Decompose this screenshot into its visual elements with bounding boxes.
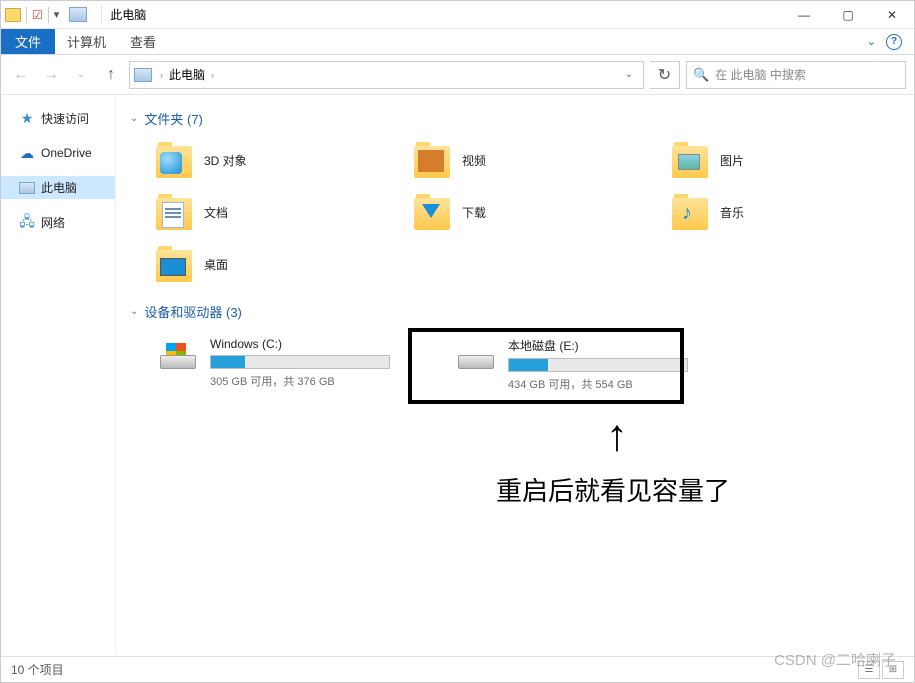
folder-label: 下载 (462, 204, 486, 221)
group-header-drives[interactable]: ⌄ 设备和驱动器 (3) (130, 302, 900, 321)
folder-3d-objects[interactable]: 3D 对象 (150, 138, 400, 182)
tab-computer[interactable]: 计算机 (55, 29, 118, 54)
sidebar-item-label: 此电脑 (41, 179, 77, 196)
drive-icon (456, 337, 496, 373)
network-icon: 🖧 (19, 215, 35, 231)
folder-icon (154, 246, 194, 282)
pc-icon (19, 182, 35, 194)
annotation-arrow-icon: ↑ (606, 411, 628, 461)
star-icon: ★ (19, 111, 35, 127)
folder-pictures[interactable]: 图片 (666, 138, 914, 182)
folder-label: 音乐 (720, 204, 744, 221)
breadcrumb-thispc[interactable]: 此电脑 (165, 66, 209, 83)
folder-videos[interactable]: 视频 (408, 138, 658, 182)
folder-icon (670, 142, 710, 178)
drive-capacity-bar (508, 358, 688, 372)
chevron-right-icon[interactable]: › (209, 70, 216, 80)
folder-downloads[interactable]: 下载 (408, 190, 658, 234)
sidebar-item-quick-access[interactable]: ★ 快速访问 (1, 107, 115, 130)
folder-icon: ♪ (670, 194, 710, 230)
ribbon-collapse-icon[interactable]: ⌄ (867, 35, 876, 48)
group-label: 设备和驱动器 (3) (144, 302, 242, 321)
folder-label: 文档 (204, 204, 228, 221)
annotation-text: 重启后就看见容量了 (496, 471, 730, 508)
drive-stat: 305 GB 可用，共 376 GB (210, 373, 432, 389)
address-dropdown-icon[interactable]: ⌄ (619, 69, 639, 80)
address-pc-icon (134, 68, 152, 82)
drive-name: Windows (C:) (210, 337, 432, 351)
sidebar-item-onedrive[interactable]: ☁ OneDrive (1, 142, 115, 164)
qat-properties-icon[interactable]: ☑ (32, 8, 43, 22)
group-label: 文件夹 (7) (144, 109, 203, 128)
view-icons-button[interactable]: ⊞ (882, 661, 904, 679)
search-placeholder: 在 此电脑 中搜索 (715, 66, 806, 83)
folder-label: 3D 对象 (204, 152, 247, 169)
maximize-button[interactable]: ▢ (826, 1, 870, 29)
search-input[interactable]: 🔍 在 此电脑 中搜索 (686, 61, 906, 89)
minimize-button[interactable]: — (782, 1, 826, 29)
content-area: ★ 快速访问 ☁ OneDrive 此电脑 🖧 网络 ⌄ 文件夹 (7) 3D … (1, 95, 914, 655)
navigation-pane: ★ 快速访问 ☁ OneDrive 此电脑 🖧 网络 (1, 95, 116, 655)
refresh-button[interactable]: ↻ (650, 61, 680, 89)
status-bar: 10 个项目 ☰ ⊞ (1, 656, 914, 682)
view-details-button[interactable]: ☰ (858, 661, 880, 679)
chevron-right-icon[interactable]: › (158, 70, 165, 80)
sidebar-item-label: 快速访问 (41, 110, 89, 127)
sidebar-item-label: 网络 (41, 214, 65, 231)
file-list: ⌄ 文件夹 (7) 3D 对象 视频 图片 文档 下载 (116, 95, 914, 655)
close-button[interactable]: ✕ (870, 1, 914, 29)
sidebar-item-network[interactable]: 🖧 网络 (1, 211, 115, 234)
app-icon[interactable] (5, 8, 21, 22)
chevron-down-icon: ⌄ (130, 113, 138, 124)
help-icon[interactable]: ? (886, 34, 902, 50)
folder-icon (154, 194, 194, 230)
status-item-count: 10 个项目 (11, 661, 64, 678)
folder-label: 图片 (720, 152, 744, 169)
drive-icon (158, 337, 198, 373)
titlebar: ☑ ▾ 此电脑 — ▢ ✕ (1, 1, 914, 29)
folder-desktop[interactable]: 桌面 (150, 242, 400, 286)
nav-up-icon[interactable]: ↑ (99, 63, 123, 87)
group-header-folders[interactable]: ⌄ 文件夹 (7) (130, 109, 900, 128)
title-divider (101, 6, 102, 24)
folder-label: 桌面 (204, 256, 228, 273)
folder-label: 视频 (462, 152, 486, 169)
qat-customize-icon[interactable]: ▾ (54, 8, 60, 21)
folder-icon (412, 194, 452, 230)
nav-recent-icon[interactable]: ⌄ (69, 63, 93, 87)
drive-stat: 434 GB 可用，共 554 GB (508, 376, 730, 392)
folder-documents[interactable]: 文档 (150, 190, 400, 234)
window-title: 此电脑 (110, 6, 146, 23)
tab-view[interactable]: 查看 (118, 29, 168, 54)
navigation-bar: ← → ⌄ ↑ › 此电脑 › ⌄ ↻ 🔍 在 此电脑 中搜索 (1, 55, 914, 95)
sidebar-item-thispc[interactable]: 此电脑 (1, 176, 115, 199)
drive-name: 本地磁盘 (E:) (508, 337, 730, 354)
sidebar-item-label: OneDrive (41, 146, 92, 160)
ribbon-tabs: 文件 计算机 查看 ⌄ ? (1, 29, 914, 55)
drive-e[interactable]: 本地磁盘 (E:) 434 GB 可用，共 554 GB (448, 331, 738, 398)
nav-back-icon[interactable]: ← (9, 63, 33, 87)
window-icon (69, 7, 87, 22)
folder-icon (412, 142, 452, 178)
folder-music[interactable]: ♪ 音乐 (666, 190, 914, 234)
address-bar[interactable]: › 此电脑 › ⌄ (129, 61, 644, 89)
tab-file[interactable]: 文件 (1, 29, 55, 54)
cloud-icon: ☁ (19, 145, 35, 161)
separator (26, 7, 27, 23)
search-icon: 🔍 (693, 67, 709, 83)
nav-forward-icon[interactable]: → (39, 63, 63, 87)
quick-access-toolbar: ☑ ▾ (1, 7, 63, 23)
chevron-down-icon: ⌄ (130, 306, 138, 317)
drive-capacity-bar (210, 355, 390, 369)
folder-icon (154, 142, 194, 178)
separator (48, 7, 49, 23)
drive-c[interactable]: Windows (C:) 305 GB 可用，共 376 GB (150, 331, 440, 398)
